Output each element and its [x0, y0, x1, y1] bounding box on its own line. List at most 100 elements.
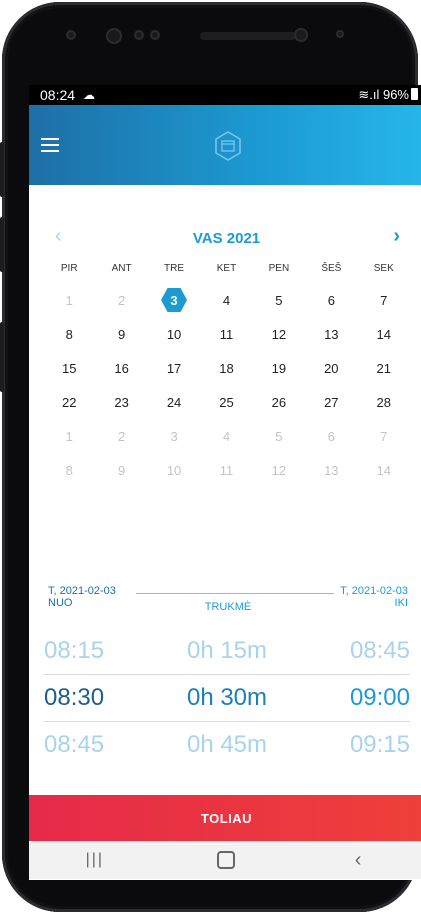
battery-icon: [411, 88, 418, 100]
sensor-icon: [150, 30, 160, 40]
calendar-week: 8 9 10 11 12 13 14: [43, 453, 410, 487]
time-option-row[interactable]: 08:15 0h 15m 08:45: [44, 628, 410, 674]
wifi-signal-icon: ≋.ıl: [358, 87, 380, 102]
app-bar: [29, 105, 421, 185]
to-label: IKI: [394, 597, 408, 609]
weekday-header: PIR ANT TRE KET PEN ŠEŠ SEK: [43, 263, 410, 274]
calendar-day-next-month: 9: [118, 462, 126, 478]
calendar-day-disabled: 1: [65, 292, 73, 308]
cloud-sun-icon: ☁: [83, 88, 95, 102]
calendar-day-next-month: 12: [271, 462, 287, 478]
calendar-day[interactable]: 12: [253, 317, 305, 351]
calendar-day[interactable]: 20: [305, 351, 357, 385]
status-bar: 08:24 ☁ ≋.ıl 96%: [29, 85, 421, 105]
time-option-row-selected[interactable]: 08:30 0h 30m 09:00: [44, 674, 410, 722]
calendar-day[interactable]: 14: [358, 317, 410, 351]
weekday-label: KET: [216, 263, 237, 274]
home-icon[interactable]: [196, 845, 256, 875]
recents-icon[interactable]: |||: [65, 845, 125, 875]
calendar-week: 22 23 24 25 26 27 28: [43, 385, 410, 419]
hamburger-menu-icon[interactable]: [41, 138, 61, 152]
chevron-right-icon[interactable]: ›: [393, 225, 400, 248]
status-time: 08:24: [40, 87, 76, 103]
volume-button: [0, 142, 4, 197]
calendar-day[interactable]: 19: [253, 351, 305, 385]
weekday-label: PEN: [268, 263, 290, 274]
calendar-day-next-month: 10: [166, 462, 182, 478]
calendar-week: 15 16 17 18 19 20 21: [43, 351, 410, 385]
calendar-day-next-month: 4: [222, 428, 231, 444]
calendar-day[interactable]: 25: [200, 385, 252, 419]
calendar-day[interactable]: 5: [253, 283, 305, 317]
calendar-grid: 1 2 3 4 5 6 7 8 9 10 11 12 13 14 15 16 1…: [43, 283, 410, 487]
range-divider-line: [136, 593, 334, 594]
system-nav-bar: ||| ‹: [29, 841, 421, 879]
back-icon[interactable]: ‹: [328, 845, 388, 875]
weekday-label: PIR: [60, 263, 78, 274]
duration-label: TRUKMĖ: [204, 601, 252, 613]
screen: 08:24 ☁ ≋.ıl 96% ‹ VAS 2021 › PIR ANT TR…: [29, 85, 421, 880]
calendar-day-next-month: 3: [170, 428, 178, 444]
phone-frame: 08:24 ☁ ≋.ıl 96% ‹ VAS 2021 › PIR ANT TR…: [0, 2, 421, 912]
sensor-icon: [106, 28, 122, 44]
calendar-day[interactable]: 26: [253, 385, 305, 419]
calendar-day[interactable]: 23: [95, 385, 147, 419]
calendar-week: 1 2 3 4 5 6 7: [43, 283, 410, 317]
sensor-icon: [66, 30, 76, 40]
calendar-day[interactable]: 18: [200, 351, 252, 385]
time-option-row[interactable]: 08:45 0h 45m 09:15: [44, 722, 410, 768]
calendar-day[interactable]: 6: [305, 283, 357, 317]
calendar-day-next-month: 14: [376, 462, 391, 478]
power-button: [0, 322, 4, 392]
sensor-icon: [134, 30, 144, 40]
calendar-day[interactable]: 10: [148, 317, 200, 351]
calendar-day-next-month: 5: [275, 428, 283, 444]
time-duration: 0h 30m: [186, 684, 268, 711]
calendar-day-next-month: 1: [65, 428, 73, 444]
status-right: ≋.ıl 96%: [358, 85, 418, 105]
sensor-icon: [336, 30, 344, 38]
calendar-day[interactable]: 24: [148, 385, 200, 419]
calendar-day-next-month: 2: [118, 428, 126, 444]
calendar-day[interactable]: 15: [43, 351, 95, 385]
time-picker-list: 08:15 0h 15m 08:45 08:30 0h 30m 09:00 08…: [44, 628, 410, 768]
calendar-day[interactable]: 16: [95, 351, 147, 385]
calendar-day[interactable]: 28: [358, 385, 410, 419]
date-range-header: T, 2021-02-03 T, 2021-02-03 NUO TRUKMĖ I…: [48, 585, 408, 619]
calendar-day[interactable]: 22: [43, 385, 95, 419]
start-date: T, 2021-02-03: [48, 585, 116, 597]
battery-percent: 96%: [382, 87, 409, 102]
calendar-day[interactable]: 7: [358, 283, 410, 317]
calendar-day[interactable]: 27: [305, 385, 357, 419]
calendar-day[interactable]: 9: [95, 317, 147, 351]
calendar-day-next-month: 13: [324, 462, 339, 478]
weekday-label: SEK: [373, 263, 394, 274]
front-camera-icon: [294, 28, 308, 42]
calendar-day-next-month: 6: [327, 428, 335, 444]
calendar-day[interactable]: 17: [148, 351, 200, 385]
weekday-label: ŠEŠ: [321, 263, 342, 274]
hexagon-calendar-icon: [214, 131, 242, 161]
weekday-label: TRE: [164, 263, 185, 274]
weekday-label: ANT: [111, 263, 132, 274]
calendar-week: 1 2 3 4 5 6 7: [43, 419, 410, 453]
time-duration: 0h 15m: [186, 637, 268, 664]
selected-day-number: 3: [161, 288, 188, 312]
calendar-day-next-month: 8: [65, 462, 73, 478]
calendar-day[interactable]: 13: [305, 317, 357, 351]
end-date: T, 2021-02-03: [340, 585, 408, 597]
calendar-header: ‹ VAS 2021 ›: [29, 225, 421, 255]
calendar-week: 8 9 10 11 12 13 14: [43, 317, 410, 351]
top-bezel: [36, 18, 386, 62]
calendar-month-title: VAS 2021: [192, 230, 261, 247]
calendar-day-selected[interactable]: 3: [148, 283, 200, 317]
calendar-day-disabled: 2: [118, 292, 126, 308]
earpiece-speaker: [200, 32, 296, 40]
calendar-day[interactable]: 8: [43, 317, 95, 351]
calendar-day[interactable]: 4: [200, 283, 252, 317]
calendar-day[interactable]: 21: [358, 351, 410, 385]
next-button[interactable]: TOLIAU: [29, 795, 421, 841]
time-duration: 0h 45m: [186, 731, 268, 758]
calendar-day[interactable]: 11: [200, 317, 252, 351]
calendar-day-next-month: 7: [380, 428, 388, 444]
